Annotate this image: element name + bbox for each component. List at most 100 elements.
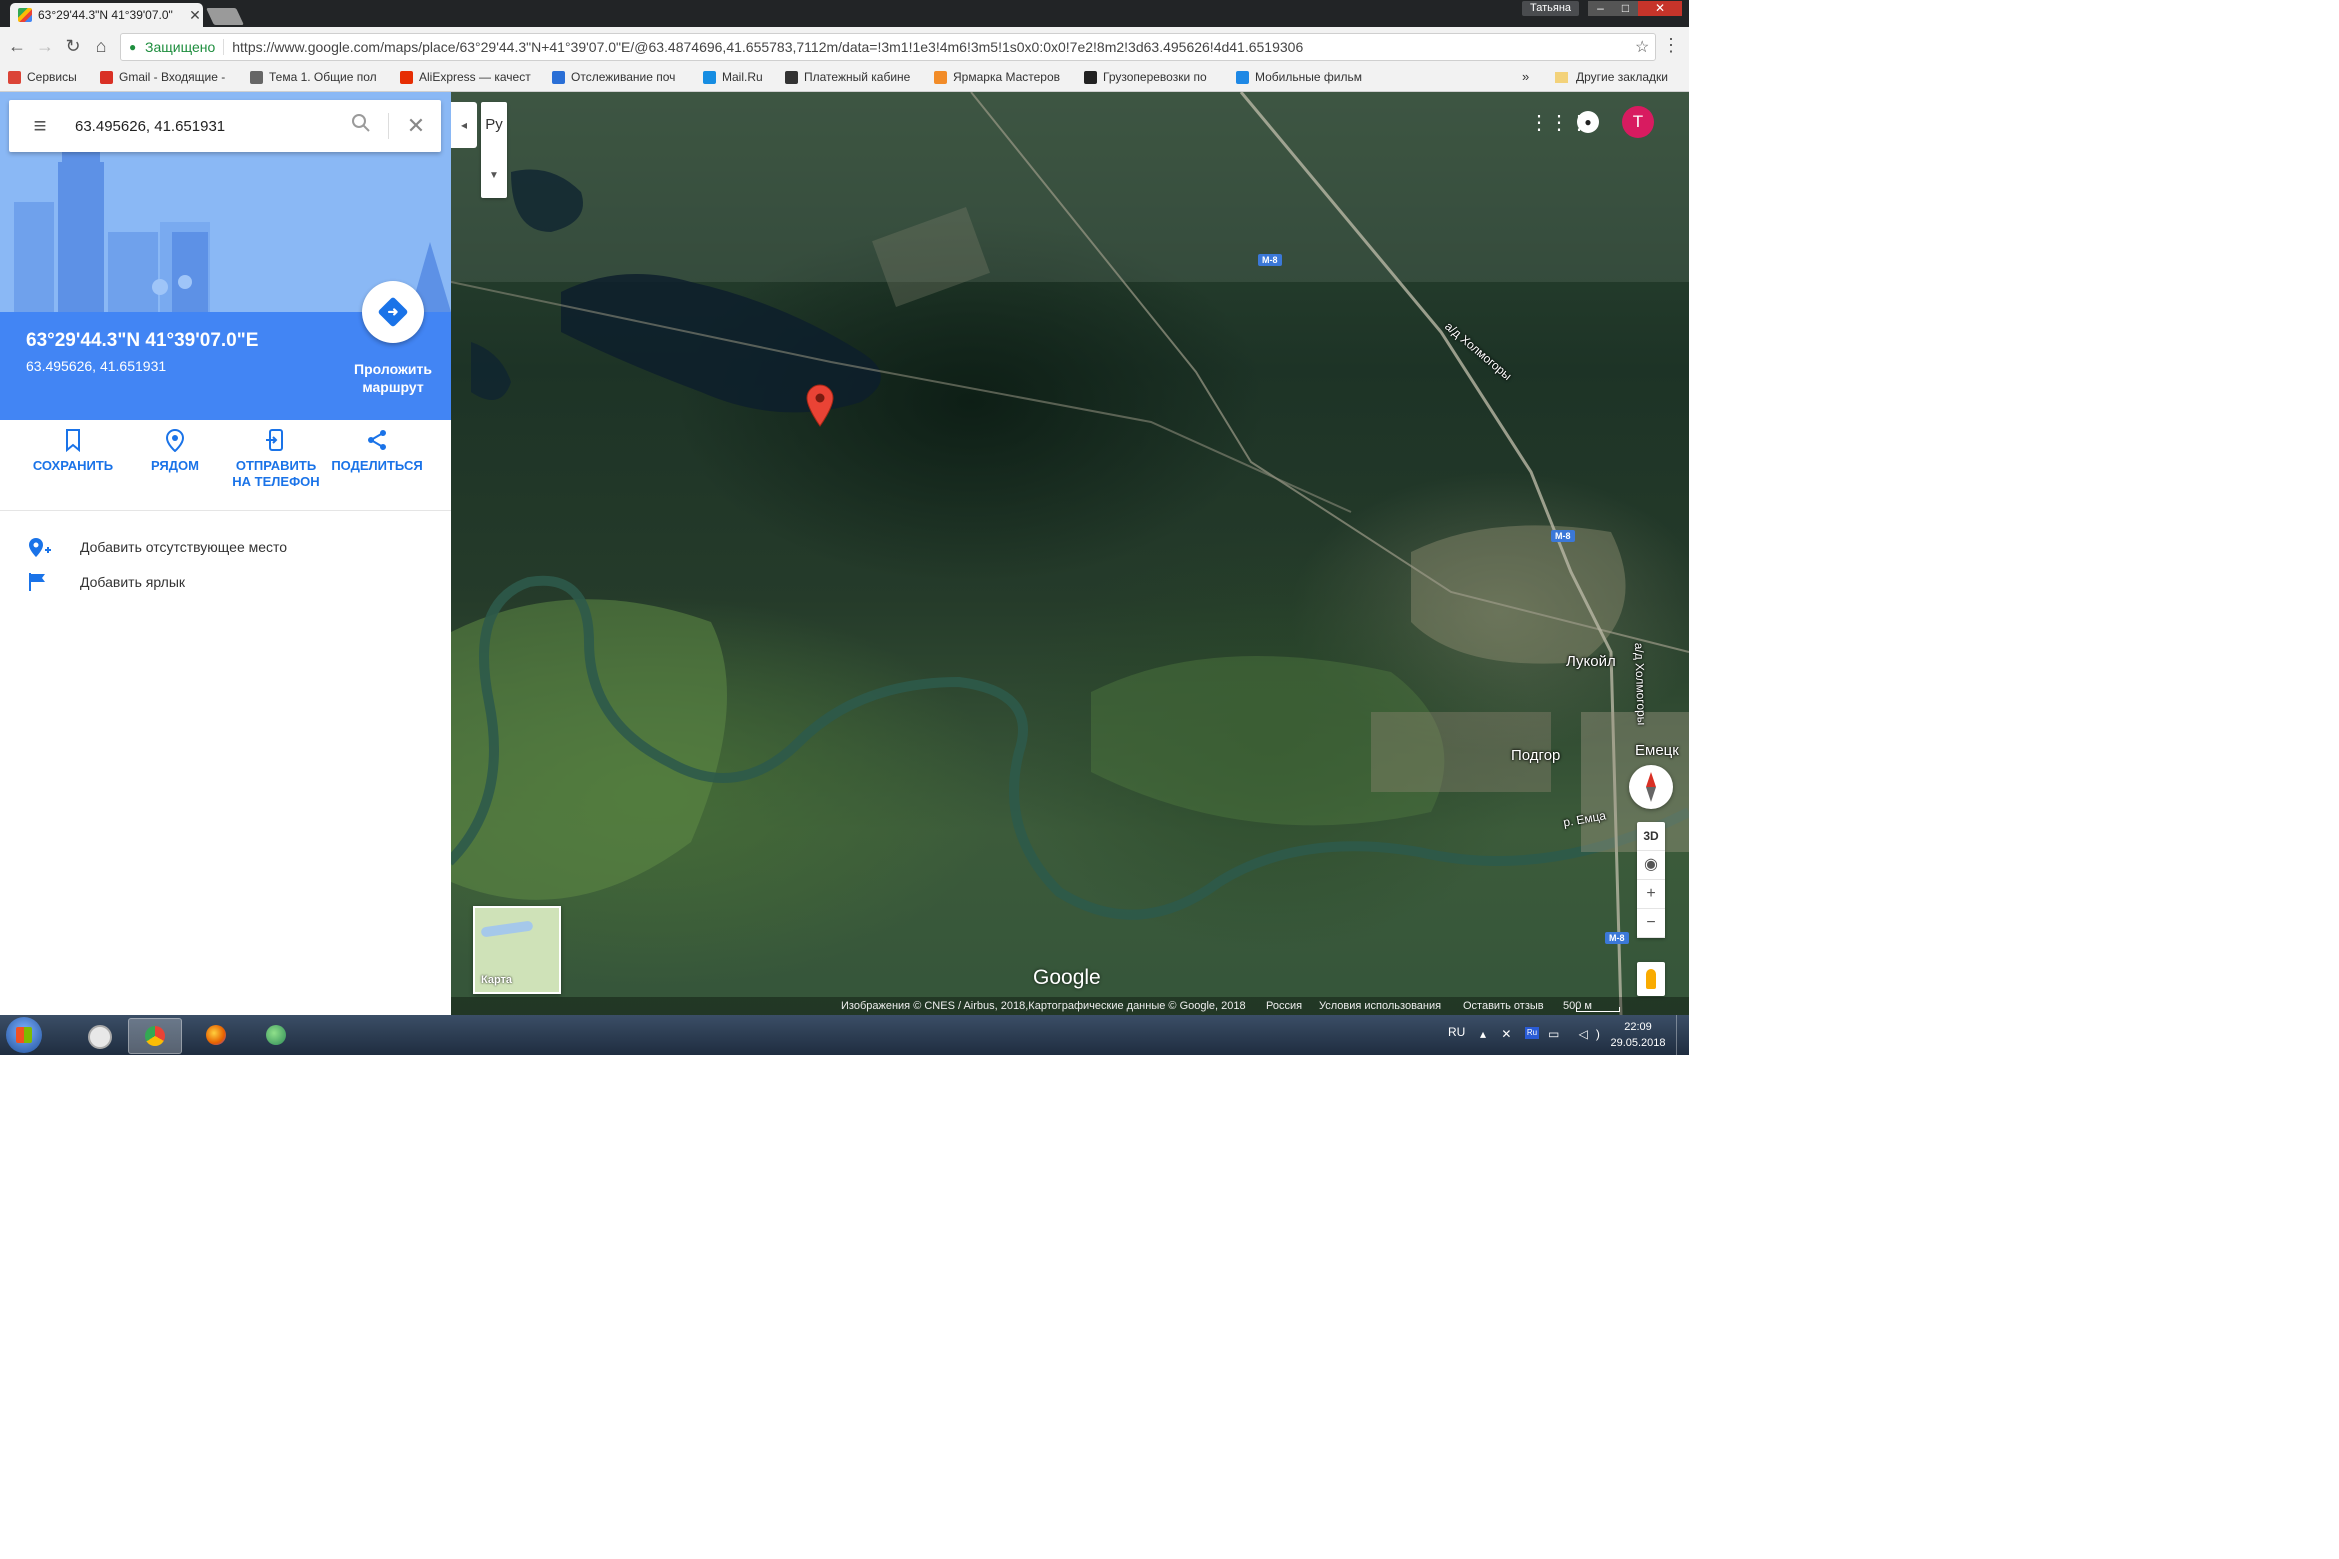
start-button[interactable]: [6, 1017, 42, 1053]
imagery-attribution: Изображения © CNES / Airbus, 2018,Картог…: [841, 1000, 1246, 1012]
compass-icon[interactable]: [1629, 765, 1673, 809]
add-missing-place-link[interactable]: Добавить отсутствующее место: [26, 536, 287, 558]
bookmark-item[interactable]: Платежный кабине: [785, 70, 910, 84]
bookmark-label: Ярмарка Мастеров: [953, 70, 1061, 84]
home-icon[interactable]: ⌂: [90, 35, 112, 57]
bookmark-label: Грузоперевозки по: [1103, 70, 1207, 84]
location-marker-icon[interactable]: [806, 384, 834, 428]
bookmark-item[interactable]: Ярмарка Мастеров: [934, 70, 1060, 84]
firefox-icon: [206, 1025, 226, 1045]
place-label-podgor: Подгор: [1511, 747, 1561, 764]
globe-icon: [266, 1025, 286, 1045]
clear-search-icon[interactable]: ✕: [405, 113, 427, 139]
terms-link[interactable]: Условия использования: [1319, 1000, 1441, 1012]
minimize-window-button[interactable]: –: [1588, 1, 1613, 16]
tracking-icon: [552, 70, 565, 84]
street-view-pegman-icon[interactable]: [1637, 962, 1665, 996]
taskbar-app-firefox[interactable]: [190, 1018, 242, 1052]
notifications-icon[interactable]: ●: [1577, 111, 1599, 133]
clock-app-icon: [88, 1025, 112, 1049]
bookmark-item[interactable]: Грузоперевозки по: [1084, 70, 1207, 84]
send-to-phone-button[interactable]: ОТПРАВИТЬ НА ТЕЛЕФОН: [228, 428, 324, 490]
map-type-switcher[interactable]: Карта: [473, 906, 561, 994]
search-input[interactable]: [75, 117, 348, 135]
language-switcher[interactable]: Ру ▼: [481, 102, 507, 198]
place-side-panel: ≡ ✕ 63°29'44.3"N 41°39'07.0"E 63.495626,…: [0, 92, 451, 1015]
bookmark-item[interactable]: Отслеживание поч: [552, 70, 675, 84]
google-logo: Google: [1033, 966, 1101, 989]
place-title: 63°29'44.3"N 41°39'07.0"E: [26, 330, 259, 351]
bookmark-item[interactable]: Сервисы: [8, 70, 77, 84]
forward-arrow-icon[interactable]: →: [34, 35, 56, 57]
account-avatar[interactable]: Т: [1622, 106, 1654, 138]
taskbar-app-chrome[interactable]: [128, 1018, 182, 1054]
tray-icons[interactable]: ▴ ✕: [1480, 1027, 1517, 1041]
other-bookmarks-label: Другие закладки: [1576, 70, 1668, 84]
feedback-link[interactable]: Оставить отзыв: [1463, 1000, 1544, 1012]
satellite-map[interactable]: ◂ Ру ▼ ⋮⋮⋮ ● Т а/д Холмогоры а/д Холмого…: [451, 92, 1689, 1015]
country-link[interactable]: Россия: [1266, 1000, 1302, 1012]
zoom-out-button[interactable]: −: [1637, 909, 1665, 938]
directions-label[interactable]: Проложить маршрут: [340, 360, 446, 396]
save-button[interactable]: СОХРАНИТЬ: [25, 428, 121, 474]
add-label-link[interactable]: Добавить ярлык: [26, 571, 185, 593]
place-coordinates: 63.495626, 41.651931: [26, 358, 167, 374]
bookmark-star-icon[interactable]: ☆: [1635, 37, 1655, 57]
bookmark-item[interactable]: Mail.Ru: [703, 70, 763, 84]
bookmark-item[interactable]: Тема 1. Общие пол: [250, 70, 377, 84]
forum-icon: [250, 70, 263, 84]
address-bar[interactable]: ● Защищено https://www.google.com/maps/p…: [120, 33, 1656, 61]
language-label: Ру: [485, 116, 503, 133]
taskbar-app-clock[interactable]: [72, 1018, 124, 1052]
keyboard-layout-icon[interactable]: Ru: [1525, 1027, 1539, 1039]
apps-grid-icon: [8, 70, 21, 84]
my-location-icon[interactable]: ◉: [1637, 851, 1665, 880]
menu-hamburger-icon[interactable]: ≡: [29, 113, 51, 139]
toggle-3d-button[interactable]: 3D: [1637, 822, 1665, 851]
taskbar-app-globe[interactable]: [250, 1018, 302, 1052]
directions-button[interactable]: ➜: [362, 281, 424, 343]
share-icon: [368, 430, 386, 450]
craft-fair-icon: [934, 70, 947, 84]
new-tab-button[interactable]: [206, 8, 244, 25]
nearby-button[interactable]: РЯДОМ: [127, 428, 223, 474]
place-label-emetsk: Емецк: [1635, 742, 1679, 759]
bookmark-item[interactable]: Мобильные фильм: [1236, 70, 1362, 84]
add-missing-place-label: Добавить отсутствующее место: [80, 539, 288, 555]
highway-shield: М-8: [1258, 254, 1282, 266]
back-arrow-icon[interactable]: ←: [6, 35, 28, 57]
map-terrain-layer: [451, 92, 1689, 1015]
taskbar-time[interactable]: 22:09: [1608, 1021, 1668, 1033]
nearby-label: РЯДОМ: [151, 458, 199, 473]
browser-menu-icon[interactable]: ⋮: [1662, 35, 1680, 56]
maximize-window-button[interactable]: □: [1613, 1, 1638, 16]
highway-shield: М-8: [1551, 530, 1575, 542]
browser-toolbar: ← → ↻ ⌂ ● Защищено https://www.google.co…: [0, 27, 1689, 66]
add-label-label: Добавить ярлык: [80, 574, 186, 590]
send-to-phone-label: ОТПРАВИТЬ НА ТЕЛЕФОН: [232, 458, 320, 489]
collapse-panel-button[interactable]: ◂: [451, 102, 477, 148]
bookmark-item[interactable]: Gmail - Входящие -: [100, 70, 225, 84]
zoom-in-button[interactable]: +: [1637, 880, 1665, 909]
browser-profile-badge[interactable]: Татьяна: [1522, 1, 1580, 16]
reload-icon[interactable]: ↻: [62, 35, 84, 57]
bookmark-label: AliExpress — качест: [419, 70, 531, 84]
map-type-label: Карта: [481, 974, 513, 986]
search-icon[interactable]: [348, 113, 374, 139]
input-language-indicator[interactable]: RU: [1448, 1025, 1465, 1039]
language-dropdown-icon: ▼: [489, 170, 499, 181]
close-window-button[interactable]: ✕: [1638, 1, 1682, 16]
bookmark-item[interactable]: AliExpress — качест: [400, 70, 531, 84]
url-text[interactable]: https://www.google.com/maps/place/63°29'…: [232, 39, 1635, 55]
poi-label-lukoil[interactable]: Лукойл: [1566, 653, 1616, 670]
browser-tab-active[interactable]: 63°29'44.3"N 41°39'07.0" ✕: [10, 3, 203, 27]
share-button[interactable]: ПОДЕЛИТЬСЯ: [329, 428, 425, 474]
google-apps-icon[interactable]: ⋮⋮⋮: [1529, 110, 1589, 134]
bookmarks-overflow-button[interactable]: »: [1522, 69, 1529, 84]
show-desktop-button[interactable]: [1676, 1015, 1689, 1055]
directions-icon: ➜: [377, 296, 409, 328]
tab-close-icon[interactable]: ✕: [187, 7, 203, 24]
taskbar-date[interactable]: 29.05.2018: [1598, 1037, 1678, 1049]
save-label: СОХРАНИТЬ: [32, 458, 114, 473]
other-bookmarks-folder[interactable]: Другие закладки: [1555, 70, 1668, 84]
